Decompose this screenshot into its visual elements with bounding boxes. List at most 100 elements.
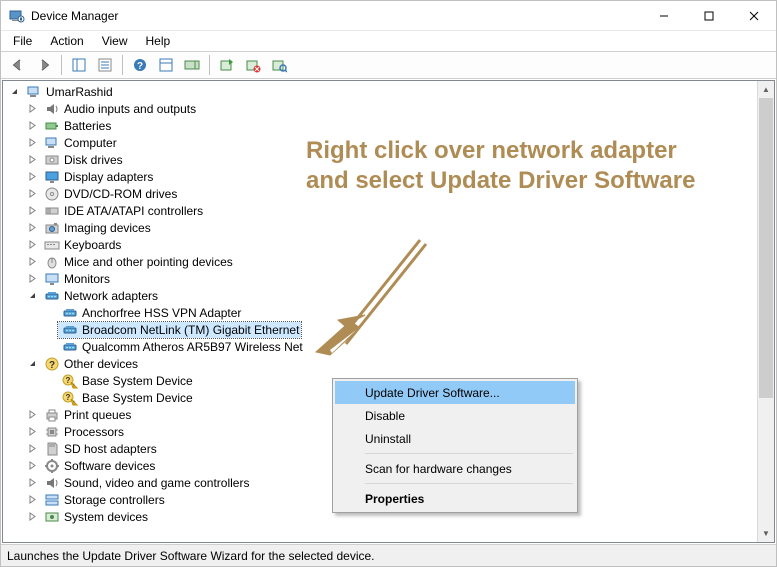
enable-button[interactable] xyxy=(215,54,239,76)
tree-item-13[interactable]: Broadcom NetLink (TM) Gigabit Ethernet xyxy=(3,321,774,338)
device-manager-window: Device Manager File Action View Help ? xyxy=(0,0,777,567)
expander-icon[interactable] xyxy=(25,101,40,116)
scroll-thumb[interactable] xyxy=(759,98,773,398)
expander-icon[interactable] xyxy=(25,186,40,201)
storage-icon xyxy=(44,492,60,508)
expander-icon[interactable] xyxy=(25,475,40,490)
tree-item-2[interactable]: Computer xyxy=(3,134,774,151)
tree-item-label: Audio inputs and outputs xyxy=(64,102,196,116)
svg-text:?: ? xyxy=(66,393,71,402)
expander-icon[interactable] xyxy=(7,84,22,99)
tree-item-label: Display adapters xyxy=(64,170,153,184)
tree-root[interactable]: UmarRashid xyxy=(3,83,774,100)
tree-item-11[interactable]: Network adapters xyxy=(3,287,774,304)
maximize-button[interactable] xyxy=(686,1,731,30)
back-button[interactable] xyxy=(6,54,30,76)
tree-item-label: Computer xyxy=(64,136,117,150)
expander-icon[interactable] xyxy=(25,458,40,473)
expander-icon[interactable] xyxy=(25,135,40,150)
speaker-icon xyxy=(44,475,60,491)
menu-action[interactable]: Action xyxy=(42,32,91,50)
context-separator xyxy=(365,453,573,454)
expander-icon[interactable] xyxy=(25,424,40,439)
context-item-6[interactable]: Properties xyxy=(335,487,575,510)
expander-icon[interactable] xyxy=(25,220,40,235)
scan-hardware-button[interactable] xyxy=(267,54,291,76)
properties-button[interactable] xyxy=(93,54,117,76)
titlebar: Device Manager xyxy=(1,1,776,31)
tree-item-4[interactable]: Display adapters xyxy=(3,168,774,185)
expander-icon[interactable] xyxy=(25,441,40,456)
menu-file[interactable]: File xyxy=(5,32,40,50)
context-item-1[interactable]: Disable xyxy=(335,404,575,427)
tree-item-7[interactable]: Imaging devices xyxy=(3,219,774,236)
expander-icon[interactable] xyxy=(25,203,40,218)
minimize-button[interactable] xyxy=(641,1,686,30)
window-title: Device Manager xyxy=(31,9,118,23)
toolbar-separator xyxy=(122,55,123,75)
tree-item-14[interactable]: Qualcomm Atheros AR5B97 Wireless Net xyxy=(3,338,774,355)
scan-button[interactable] xyxy=(154,54,178,76)
speaker-icon xyxy=(44,101,60,117)
scroll-up-button[interactable]: ▲ xyxy=(758,81,774,98)
keyboard-icon xyxy=(44,237,60,253)
ide-icon xyxy=(44,203,60,219)
expander-icon[interactable] xyxy=(25,118,40,133)
tree-item-6[interactable]: IDE ATA/ATAPI controllers xyxy=(3,202,774,219)
network-icon xyxy=(44,288,60,304)
tree-item-label: System devices xyxy=(64,510,148,524)
menubar: File Action View Help xyxy=(1,31,776,51)
warning-icon: ?! xyxy=(62,373,78,389)
window-controls xyxy=(641,1,776,30)
forward-button[interactable] xyxy=(32,54,56,76)
tree-item-12[interactable]: Anchorfree HSS VPN Adapter xyxy=(3,304,774,321)
show-hide-tree-button[interactable] xyxy=(67,54,91,76)
expander-icon[interactable] xyxy=(25,152,40,167)
monitor-icon xyxy=(44,271,60,287)
close-button[interactable] xyxy=(731,1,776,30)
computer-icon xyxy=(44,135,60,151)
context-item-0[interactable]: Update Driver Software... xyxy=(335,381,575,404)
tree-item-label: Imaging devices xyxy=(64,221,151,235)
vertical-scrollbar[interactable]: ▲ ▼ xyxy=(757,81,774,542)
tree-item-label: Mice and other pointing devices xyxy=(64,255,233,269)
tree-item-5[interactable]: DVD/CD-ROM drives xyxy=(3,185,774,202)
tree-item-label: Software devices xyxy=(64,459,155,473)
tree-item-label: Print queues xyxy=(64,408,131,422)
tree-item-label: Other devices xyxy=(64,357,138,371)
tree-item-3[interactable]: Disk drives xyxy=(3,151,774,168)
expander-icon[interactable] xyxy=(25,169,40,184)
context-item-4[interactable]: Scan for hardware changes xyxy=(335,457,575,480)
expander-icon[interactable] xyxy=(25,288,40,303)
tree-item-0[interactable]: Audio inputs and outputs xyxy=(3,100,774,117)
svg-text:?: ? xyxy=(137,61,143,72)
svg-text:?: ? xyxy=(66,376,71,385)
menu-view[interactable]: View xyxy=(94,32,136,50)
expander-icon xyxy=(43,390,58,405)
tree-item-8[interactable]: Keyboards xyxy=(3,236,774,253)
context-item-2[interactable]: Uninstall xyxy=(335,427,575,450)
expander-icon[interactable] xyxy=(25,356,40,371)
menu-help[interactable]: Help xyxy=(138,32,179,50)
update-driver-button[interactable] xyxy=(180,54,204,76)
sd-icon xyxy=(44,441,60,457)
tree-item-15[interactable]: ?Other devices xyxy=(3,355,774,372)
expander-icon[interactable] xyxy=(25,237,40,252)
help-button[interactable]: ? xyxy=(128,54,152,76)
uninstall-button[interactable] xyxy=(241,54,265,76)
camera-icon xyxy=(44,220,60,236)
expander-icon xyxy=(43,305,58,320)
expander-icon xyxy=(43,322,58,337)
tree-item-1[interactable]: Batteries xyxy=(3,117,774,134)
scroll-down-button[interactable]: ▼ xyxy=(758,525,774,542)
tree-item-9[interactable]: Mice and other pointing devices xyxy=(3,253,774,270)
tree-item-label: Batteries xyxy=(64,119,111,133)
expander-icon[interactable] xyxy=(25,407,40,422)
tree-item-10[interactable]: Monitors xyxy=(3,270,774,287)
expander-icon[interactable] xyxy=(25,254,40,269)
expander-icon[interactable] xyxy=(25,492,40,507)
expander-icon[interactable] xyxy=(25,271,40,286)
tree-item-label: Anchorfree HSS VPN Adapter xyxy=(82,306,241,320)
printer-icon xyxy=(44,407,60,423)
expander-icon[interactable] xyxy=(25,509,40,524)
